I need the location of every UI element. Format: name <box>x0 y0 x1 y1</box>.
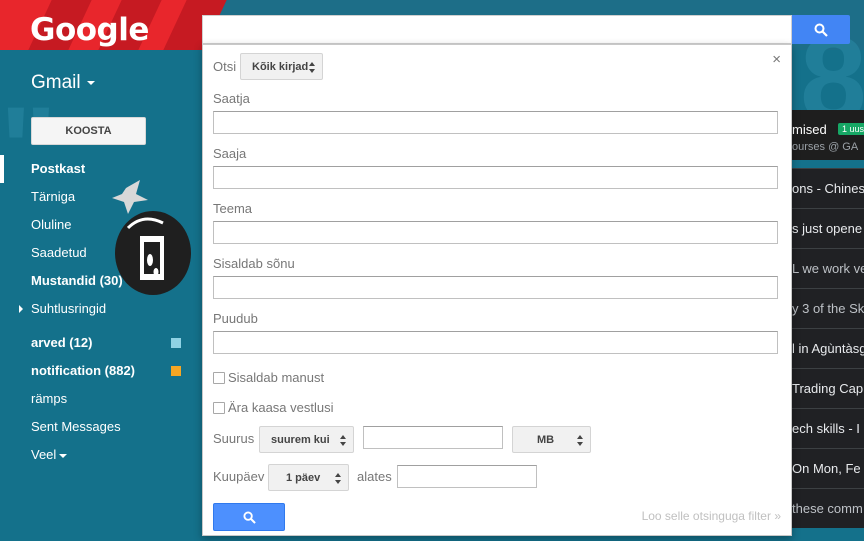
gmail-label: Gmail <box>31 72 81 93</box>
sidebar-item-spam[interactable]: rämps <box>0 385 195 413</box>
scope-select-value: Kõik kirjad <box>252 60 309 73</box>
date-label: Kuupäev <box>213 469 265 484</box>
mail-row[interactable]: Trading Cap <box>792 368 864 408</box>
to-label: Saaja <box>213 146 247 161</box>
mail-row[interactable]: L we work ve <box>792 248 864 288</box>
mail-row[interactable]: s just opene <box>792 208 864 248</box>
mail-row[interactable]: these comm <box>792 488 864 528</box>
doesnt-have-label: Puudub <box>213 311 258 326</box>
mail-row[interactable]: ech skills - I <box>792 408 864 448</box>
has-words-field[interactable] <box>213 276 778 299</box>
mail-row[interactable]: On Mon, Fe <box>792 448 864 488</box>
create-filter-link[interactable]: Loo selle otsinguga filter » <box>642 509 781 523</box>
google-logo[interactable]: Google <box>30 12 149 48</box>
chevron-down-icon <box>86 80 95 85</box>
sidebar-item-label: Sent Messages <box>31 419 121 434</box>
size-value-field[interactable] <box>363 426 503 449</box>
sidebar-item-label: Saadetud <box>31 245 87 260</box>
has-attachment-checkbox[interactable] <box>213 371 225 384</box>
date-field[interactable] <box>397 465 537 488</box>
has-words-label: Sisaldab sõnu <box>213 256 295 271</box>
sidebar-item-label: Suhtlusringid <box>31 301 107 316</box>
date-range-value: 1 päev <box>286 471 321 484</box>
close-icon[interactable]: × <box>772 51 781 68</box>
doesnt-have-field[interactable] <box>213 331 778 354</box>
panel-search-button[interactable] <box>213 503 285 531</box>
sidebar-item-label: rämps <box>31 391 68 406</box>
size-unit-value: MB <box>537 433 555 446</box>
subject-label: Teema <box>213 201 253 216</box>
scope-label: Otsi <box>213 59 237 74</box>
mail-row[interactable]: y 3 of the Sk <box>792 288 864 328</box>
sidebar-item-label-notification[interactable]: notification (882) <box>0 357 195 385</box>
date-range-select[interactable]: 1 päev <box>268 464 349 491</box>
size-unit-select[interactable]: MB <box>512 426 591 453</box>
label-color-swatch[interactable] <box>171 338 181 348</box>
chevron-down-icon <box>59 453 68 458</box>
compose-button[interactable]: KOOSTA <box>31 117 146 145</box>
exclude-chats-checkbox[interactable] <box>213 401 225 414</box>
mail-row[interactable]: l in Agùntàsg <box>792 328 864 368</box>
header-search-button[interactable] <box>792 15 850 44</box>
sidebar-item-label: arved (12) <box>31 335 93 350</box>
mail-list: mised 1 uus ourses @ GA ons - Chines s j… <box>792 110 864 541</box>
gmail-menu[interactable]: Gmail <box>31 72 95 94</box>
date-from-label: alates <box>357 469 392 484</box>
sidebar-item-more[interactable]: Veel <box>0 441 195 469</box>
select-arrows-icon <box>340 435 347 446</box>
from-label: Saatja <box>213 91 250 106</box>
label-color-swatch[interactable] <box>171 366 181 376</box>
advanced-search-panel: × Otsi Kõik kirjad Saatja Saaja Teema Si… <box>202 44 792 536</box>
new-count-badge: 1 uus <box>838 123 864 135</box>
sidebar-item-label: Oluline <box>31 217 72 232</box>
subject-field[interactable] <box>213 221 778 244</box>
exclude-chats-label: Ära kaasa vestlusi <box>228 400 334 415</box>
size-label: Suurus <box>213 431 255 446</box>
ninja-theme-illustration <box>112 180 191 295</box>
has-attachment-option[interactable]: Sisaldab manust <box>213 370 324 385</box>
tab-subtitle: ourses @ GA <box>792 141 859 153</box>
size-operator-select[interactable]: suurem kui <box>259 426 354 453</box>
has-attachment-label: Sisaldab manust <box>228 370 325 385</box>
select-arrows-icon <box>335 473 342 484</box>
tab-title: mised <box>792 122 827 137</box>
exclude-chats-option[interactable]: Ära kaasa vestlusi <box>213 400 334 415</box>
search-input[interactable] <box>202 15 792 44</box>
sidebar-item-label: notification (882) <box>31 363 136 378</box>
select-arrows-icon <box>577 435 584 446</box>
from-field[interactable] <box>213 111 778 134</box>
expand-arrow-icon[interactable] <box>19 305 23 313</box>
sidebar-item-label: Tärniga <box>31 189 76 204</box>
search-icon <box>242 510 256 524</box>
scope-select[interactable]: Kõik kirjad <box>240 53 323 80</box>
sidebar-item-label: Postkast <box>31 161 86 176</box>
sidebar-item-label: Veel <box>31 447 57 462</box>
mail-row[interactable]: ons - Chines <box>792 168 864 208</box>
sidebar-item-circles[interactable]: Suhtlusringid <box>0 295 195 323</box>
category-tab-promotions[interactable]: mised 1 uus ourses @ GA <box>792 110 864 160</box>
to-field[interactable] <box>213 166 778 189</box>
sidebar-item-sent-messages[interactable]: Sent Messages <box>0 413 195 441</box>
size-operator-value: suurem kui <box>271 433 330 446</box>
select-arrows-icon <box>309 62 316 73</box>
sidebar-item-label-arved[interactable]: arved (12) <box>0 329 195 357</box>
search-icon <box>814 23 828 37</box>
